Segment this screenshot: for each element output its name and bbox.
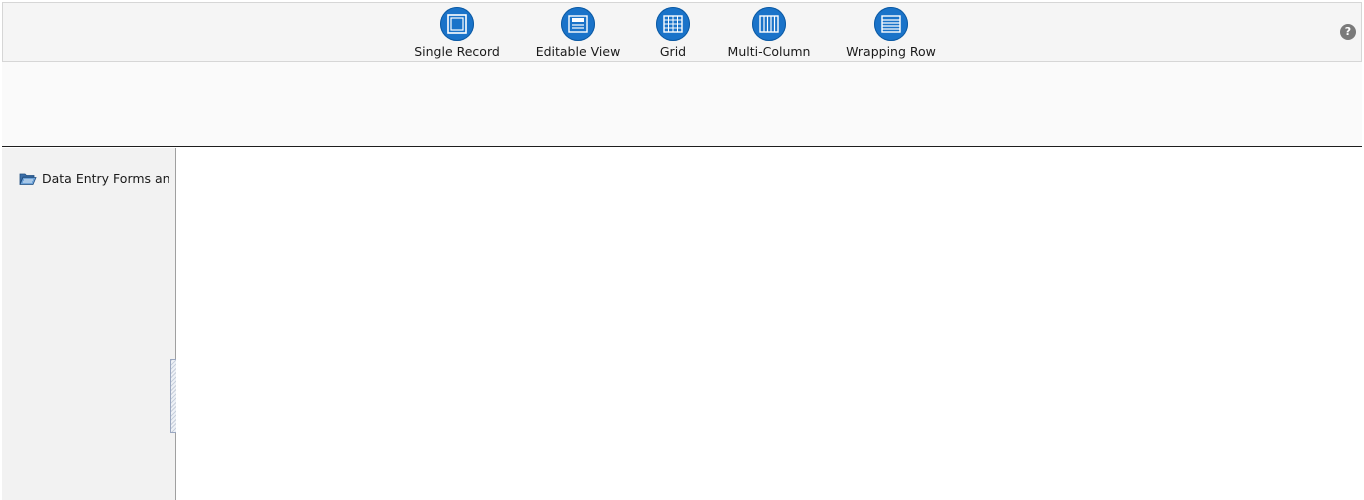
top-panel: Single Record Editable View Grid Multi-C… [2,2,1362,147]
navigation-pane: Data Entry Forms and [2,148,177,500]
multi-column-label: Multi-Column [727,44,811,59]
editable-view-label: Editable View [535,44,621,59]
multi-column-icon [752,7,786,41]
grid-label: Grid [659,44,687,59]
view-mode-group: Single Record Editable View Grid Multi-C… [3,3,1361,61]
wrapping-row-button[interactable]: Wrapping Row [843,3,939,61]
single-record-label: Single Record [414,44,500,59]
multi-column-button[interactable]: Multi-Column [725,3,813,61]
single-record-icon [440,7,474,41]
nav-item-data-entry-forms[interactable]: Data Entry Forms and [19,168,169,188]
grid-icon [656,7,690,41]
open-folder-icon [19,171,37,185]
grid-button[interactable]: Grid [651,3,695,61]
main-content-area [176,148,1364,500]
editable-view-icon [561,7,595,41]
nav-item-label: Data Entry Forms and [42,170,169,186]
single-record-button[interactable]: Single Record [413,3,501,61]
wrapping-row-icon [874,7,908,41]
editable-view-button[interactable]: Editable View [534,3,622,61]
view-toolbar: Single Record Editable View Grid Multi-C… [2,2,1362,62]
wrapping-row-label: Wrapping Row [846,44,936,59]
app-window: Single Record Editable View Grid Multi-C… [0,0,1364,500]
help-icon[interactable]: ? [1340,24,1356,40]
